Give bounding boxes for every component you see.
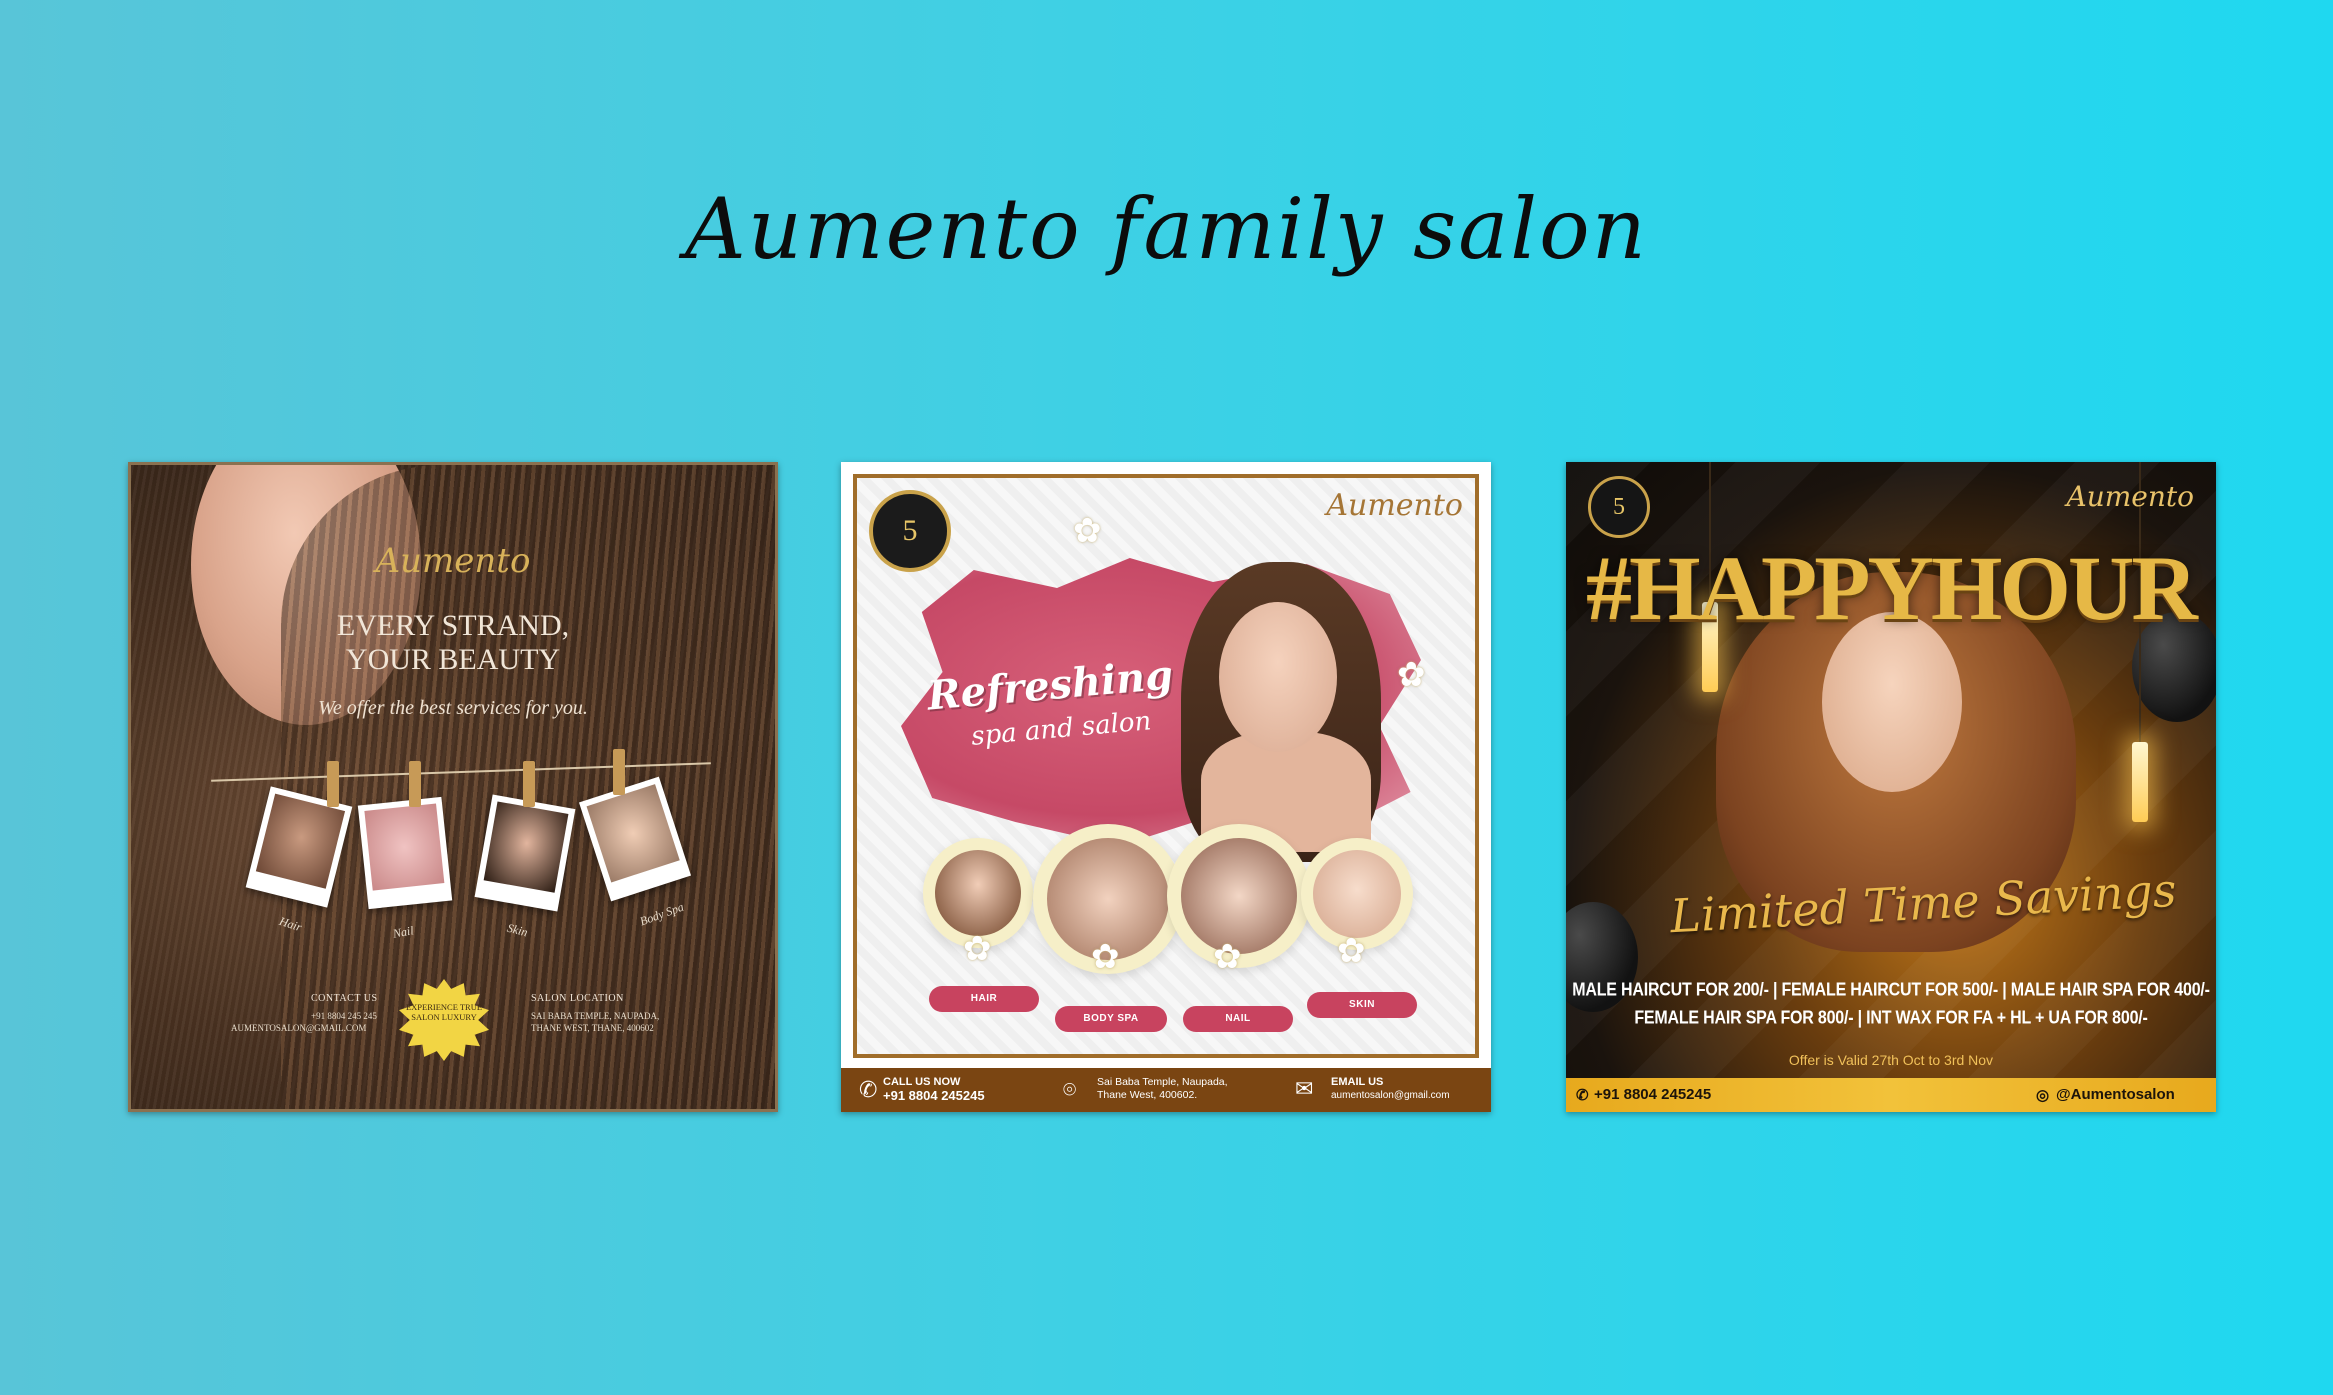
location-line1: SAI BABA TEMPLE, NAUPADA, [531,1011,660,1021]
badge-number: 5 [1613,494,1625,520]
flower-icon [1091,940,1125,974]
poster-subtitle: We offer the best services for you. [318,697,588,719]
clothespin [409,761,421,807]
service-label-hair: HAIR [929,986,1039,1012]
model-face [1822,612,1962,792]
page-title: Aumento family salon [685,180,1648,278]
anniversary-badge: 5 [1588,476,1650,538]
service-label-body-spa: BODY SPA [1055,1006,1167,1032]
aumento-logo: Aumento [2066,480,2194,513]
flower-icon [1337,934,1371,968]
email-label: EMAIL US [1331,1076,1384,1088]
offers-line-2: FEMALE HAIR SPA FOR 800/- | INT WAX FOR … [1634,1008,2148,1029]
badge-number: 5 [902,514,918,547]
badge-text: EXPERIENCE TRUE SALON LUXURY [405,1002,483,1022]
clothespin [327,761,339,807]
email-icon: ✉ [1295,1076,1314,1101]
location-line2: THANE WEST, THANE, 400602 [531,1023,654,1033]
poster-headline: EVERY STRAND, YOUR BEAUTY [336,609,570,676]
service-label-skin: SKIN [1307,992,1417,1018]
clothespin [613,749,625,795]
anniversary-badge: 5 [869,490,951,572]
flower-icon [1397,658,1431,692]
hanging-lamp [2132,742,2148,822]
location-pin-icon: ⌾ [1063,1077,1077,1102]
flower-icon [963,932,997,966]
footer-phone[interactable]: +91 8804 245245 [1594,1086,1711,1103]
photo-skin [474,794,576,912]
call-phone[interactable]: +91 8804 245245 [883,1089,985,1102]
contact-footer: ✆ +91 8804 245245 ◎ @Aumentosalon [1566,1078,2216,1112]
contact-footer: ✆ CALL US NOW +91 8804 245245 ⌾ Sai Baba… [841,1068,1491,1112]
contact-heading: CONTACT US [311,993,378,1004]
address-line1: Sai Baba Temple, Naupada, [1097,1076,1228,1088]
poster-refreshing-spa[interactable]: 5 Aumento Refreshing spa and salon HAIR … [841,462,1491,1112]
photo-nail [357,796,453,910]
contact-phone: +91 8804 245 245 [311,1011,377,1021]
footer-instagram[interactable]: @Aumentosalon [2056,1086,2175,1103]
contact-email: AUMENTOSALON@GMAIL.COM [231,1023,367,1033]
instagram-icon: ◎ [2036,1087,2050,1104]
phone-icon: ✆ [859,1077,878,1102]
model-face [1219,602,1337,752]
phone-icon: ✆ [1576,1087,1589,1104]
happy-hour-title: #HAPPYHOUR [1586,537,2198,639]
email-address[interactable]: aumentosalon@gmail.com [1331,1089,1450,1102]
address-line2: Thane West, 400602. [1097,1089,1198,1101]
flower-icon [1213,940,1247,974]
location-heading: SALON LOCATION [531,993,624,1004]
poster-happy-hour[interactable]: 5 Aumento #HAPPYHOUR Limited Time Saving… [1566,462,2216,1112]
offers-line-1: MALE HAIRCUT FOR 200/- | FEMALE HAIRCUT … [1572,980,2210,1001]
service-label-nail: NAIL [1183,1006,1293,1032]
poster-every-strand[interactable]: Aumento EVERY STRAND, YOUR BEAUTY We off… [128,462,778,1112]
clothespin [523,761,535,807]
offer-validity: Offer is Valid 27th Oct to 3rd Nov [1788,1052,1994,1068]
flower-icon [1073,514,1107,548]
aumento-logo: Aumento [375,541,531,581]
aumento-logo: Aumento [1326,488,1463,523]
